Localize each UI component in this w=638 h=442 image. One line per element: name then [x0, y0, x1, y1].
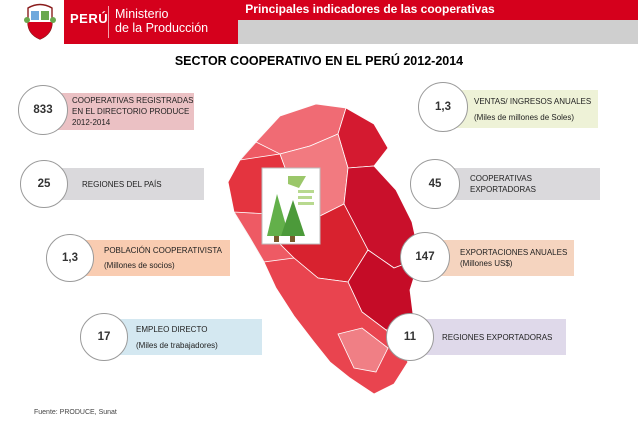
indicator-value-circle: 1,3 — [46, 234, 94, 282]
indicator-label-line-1: COOPERATIVAS REGISTRADAS — [72, 96, 194, 105]
indicator-value-circle: 1,3 — [418, 82, 468, 132]
section-title: Principales indicadores de las cooperati… — [245, 2, 495, 16]
indicator-label-box: REGIONES EXPORTADORAS — [412, 319, 566, 355]
indicator-label-line-1: POBLACIÓN COOPERATIVISTA — [104, 246, 222, 255]
indicator-value-circle: 833 — [18, 85, 68, 135]
indicator-value-circle: 147 — [400, 232, 450, 282]
indicator-label-line-1: REGIONES EXPORTADORAS — [442, 332, 553, 342]
indicator-label-line-2: (Millones US$) — [460, 259, 513, 268]
indicator-label-line-2: (Miles de trabajadores) — [136, 340, 218, 350]
indicator-label-line-1: EXPORTACIONES ANUALES — [460, 248, 568, 257]
indicator-value-circle: 45 — [410, 159, 460, 209]
cooperative-logo-icon — [261, 167, 321, 245]
indicator-label-box: COOPERATIVAS REGISTRADAS EN EL DIRECTORI… — [48, 93, 194, 130]
ministry-line-1: Ministerio — [115, 7, 169, 21]
indicator-label-line-2: (Miles de millones de Soles) — [474, 112, 575, 122]
indicator-label-box: COOPERATIVAS EXPORTADORAS — [436, 168, 600, 200]
indicator-label-line-1: VENTAS/ INGRESOS ANUALES — [474, 96, 592, 106]
source-note: Fuente: PRODUCE, Sunat — [34, 409, 117, 416]
indicator-value-circle: 25 — [20, 160, 68, 208]
indicator-label-line-2: EN EL DIRECTORIO PRODUCE — [72, 107, 190, 116]
indicator-value-circle: 17 — [80, 313, 128, 361]
country-name: PERÚ — [70, 11, 109, 26]
indicator-label-line-1: REGIONES DEL PAÍS — [82, 179, 162, 189]
indicator-label-box: EMPLEO DIRECTO (Miles de trabajadores) — [110, 319, 262, 355]
indicator-value-circle: 11 — [386, 313, 434, 361]
indicator-label-line-3: 2012-2014 — [72, 118, 111, 127]
indicator-label-box: POBLACIÓN COOPERATIVISTA (Millones de so… — [76, 240, 230, 276]
indicator-label-line-1: EMPLEO DIRECTO — [136, 324, 208, 334]
header-divider — [108, 6, 109, 38]
header-gray-strip — [238, 20, 638, 44]
ministry-line-2: de la Producción — [115, 21, 209, 35]
indicator-label-box: REGIONES DEL PAÍS — [50, 168, 204, 200]
coat-of-arms-icon — [24, 3, 56, 40]
ministry-name: Ministerio de la Producción — [115, 7, 208, 35]
indicator-label-line-1: COOPERATIVAS EXPORTADORAS — [470, 174, 536, 194]
indicator-label-line-2: (Millones de socios) — [104, 261, 175, 270]
page-title: SECTOR COOPERATIVO EN EL PERÚ 2012-2014 — [174, 54, 464, 68]
